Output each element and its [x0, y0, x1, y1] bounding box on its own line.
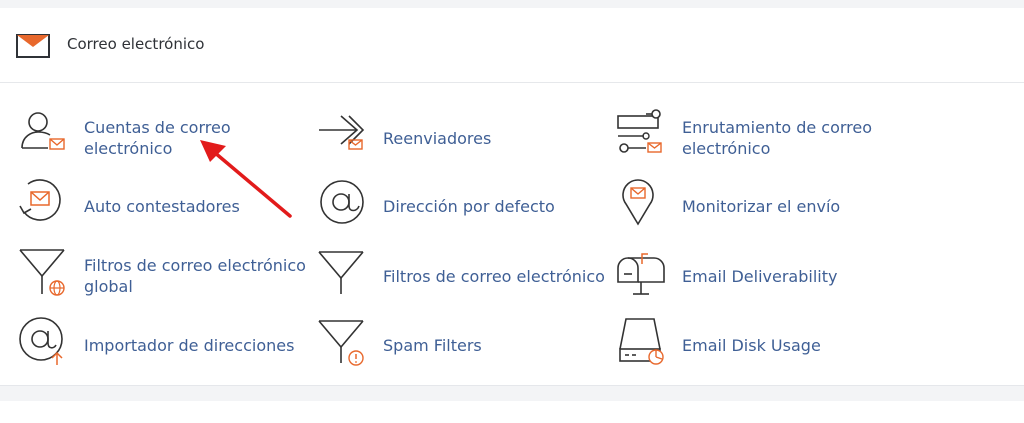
item-label: Cuentas de correo electrónico: [84, 118, 231, 158]
location-pin-icon: [622, 179, 654, 226]
autoresponder-icon: [19, 179, 61, 221]
item-label: Auto contestadores: [84, 197, 240, 216]
item-label: Spam Filters: [383, 336, 482, 355]
email-panel: Correo electrónico Cuentas de correo ele…: [0, 8, 1024, 386]
panel-header[interactable]: Correo electrónico: [0, 8, 1024, 83]
item-label: Filtros de correo electrónico global: [84, 256, 306, 296]
envelope-icon: [16, 34, 50, 58]
item-label: Email Deliverability: [682, 267, 838, 286]
item-label: Filtros de correo electrónico: [383, 267, 605, 286]
global-filter-icon: [19, 249, 65, 296]
filter-icon: [318, 251, 364, 294]
item-label: Enrutamiento de correo electrónico: [682, 118, 873, 158]
item-label: Monitorizar el envío: [682, 197, 841, 216]
item-label: Dirección por defecto: [383, 197, 555, 216]
next-panel-edge: [0, 401, 1024, 423]
item-label: Reenviadores: [383, 129, 492, 148]
user-mail-icon: [21, 112, 65, 150]
item-label: Email Disk Usage: [682, 336, 821, 355]
forward-icon: [319, 115, 365, 150]
item-label: Importador de direcciones: [84, 336, 295, 355]
mailbox-icon: [617, 253, 665, 295]
disk-usage-icon: [619, 318, 664, 365]
section-title: Correo electrónico: [67, 35, 205, 53]
spam-filter-icon: [318, 320, 364, 366]
at-icon: [320, 180, 364, 224]
at-import-icon: [19, 317, 63, 365]
routing-icon: [617, 109, 662, 153]
